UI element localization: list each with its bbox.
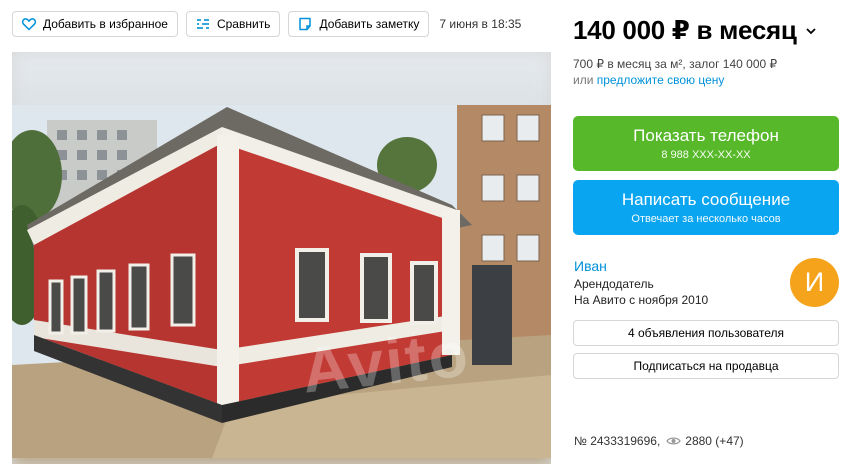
user-ads-button[interactable]: 4 объявления пользователя [573,320,839,346]
eye-icon [666,437,682,445]
offer-prefix: или [573,73,597,87]
add-to-favorites-label: Добавить в избранное [43,17,168,31]
write-message-button[interactable]: Написать сообщение Отвечает за несколько… [573,180,839,235]
seller-name-link[interactable]: Иван [574,258,607,274]
building-photo-illustration [12,105,551,458]
add-note-button[interactable]: Добавить заметку [288,11,430,37]
add-to-favorites-button[interactable]: Добавить в избранное [12,11,178,37]
show-phone-title: Показать телефон [633,126,779,145]
seller-since: На Авито с ноября 2010 [574,293,709,307]
chevron-down-icon[interactable] [805,25,817,37]
listing-number: № 2433319696, [574,434,661,448]
seller-role: Арендодатель [574,277,654,291]
toolbar: Добавить в избранное Сравнить Добавить з… [12,11,521,37]
subscribe-seller-button[interactable]: Подписаться на продавца [573,353,839,379]
note-icon [299,17,312,31]
offer-price-link[interactable]: предложите свою цену [597,73,725,87]
masked-phone-number: 8 988 XXX-XX-XX [661,149,751,161]
offer-price-line: или предложите свою цену [573,73,724,87]
add-note-label: Добавить заметку [319,17,420,31]
compare-label: Сравнить [216,17,271,31]
show-phone-button[interactable]: Показать телефон 8 988 XXX-XX-XX [573,116,839,171]
price-row[interactable]: 140 000 ₽ в месяц [573,15,817,46]
price-details: 700 ₽ в месяц за м², залог 140 000 ₽ [573,57,778,71]
response-time: Отвечает за несколько часов [631,213,781,225]
compare-icon [196,19,209,29]
photo-gallery[interactable]: Avito [12,52,551,464]
compare-button[interactable]: Сравнить [185,11,281,37]
write-message-title: Написать сообщение [621,190,791,209]
views-count: 2880 (+47) [685,434,744,448]
listing-photo[interactable]: Avito [12,105,551,458]
publish-date: 7 июня в 18:35 [439,17,522,31]
heart-icon [21,18,37,31]
price: 140 000 ₽ в месяц [573,15,797,45]
seller-avatar[interactable]: И [790,258,839,307]
listing-meta: № 2433319696, 2880 (+47) [574,434,744,448]
